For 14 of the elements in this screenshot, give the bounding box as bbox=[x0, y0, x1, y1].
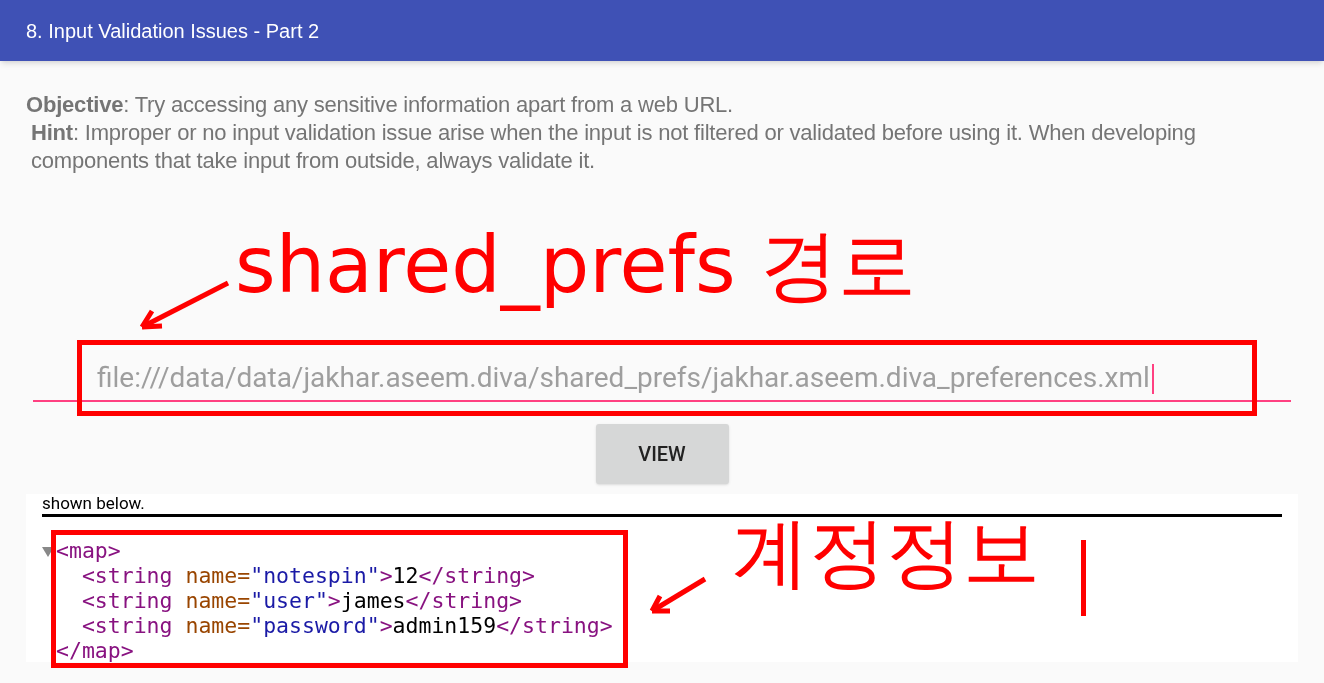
xml-code-line: <string name="user">james</string> bbox=[80, 588, 523, 613]
app-bar-title: 8. Input Validation Issues - Part 2 bbox=[26, 18, 320, 44]
web-view-text: shown below. bbox=[42, 494, 145, 513]
hint-text: Hint: Improper or no input validation issue arise when the input is not filtered or validated before using it. When developing components that take input from outside, always validate it. bbox=[30, 119, 1197, 175]
collapse-triangle-icon[interactable] bbox=[42, 545, 54, 557]
xml-code-line: <map> bbox=[56, 538, 121, 563]
xml-code-line: <string name="password">admin159</string> bbox=[80, 613, 613, 638]
objective-text: Objective: Try accessing any sensitive information apart from a web URL. bbox=[26, 91, 735, 119]
view-button[interactable]: VIEW bbox=[595, 424, 729, 484]
xml-code-line: </map> bbox=[56, 638, 134, 662]
annotation-label: shared_prefs 경로 bbox=[235, 219, 917, 313]
xml-code-line: <string name="notespin">12</string> bbox=[80, 563, 535, 588]
annotation-label: 계정정보 bbox=[732, 507, 1040, 599]
text-cursor bbox=[1151, 364, 1154, 394]
